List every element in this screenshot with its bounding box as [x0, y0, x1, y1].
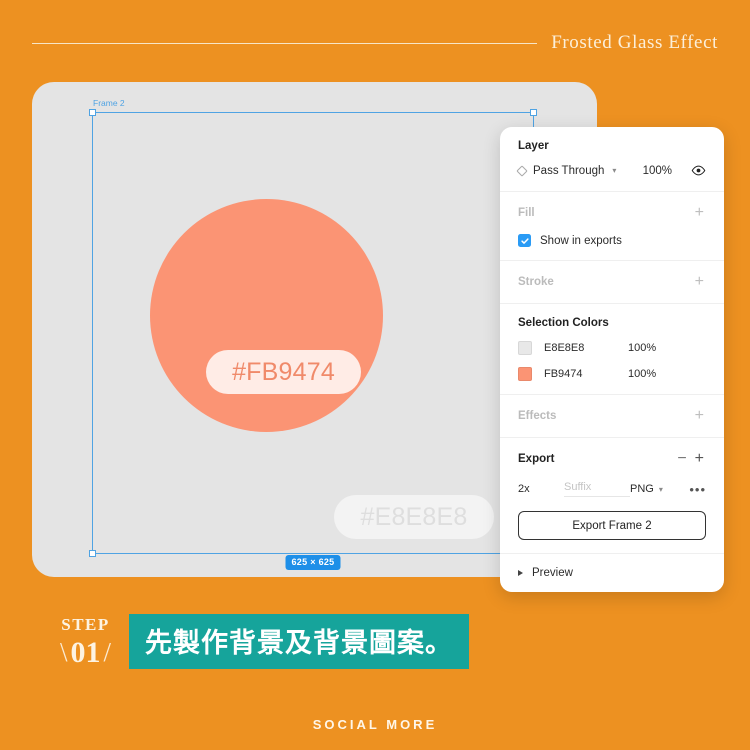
- step-word-label: STEP: [61, 614, 110, 634]
- panel-section-layer: Layer Pass Through ▾ 100%: [500, 127, 724, 192]
- color-swatch[interactable]: [518, 341, 532, 355]
- resize-handle-bottom-left[interactable]: [89, 550, 96, 557]
- step-slash-right: /: [103, 637, 112, 667]
- step-strip: STEP \ 01 / 先製作背景及背景圖案。: [60, 614, 470, 669]
- add-fill-icon[interactable]: +: [693, 205, 706, 221]
- panel-section-fill: Fill + Show in exports: [500, 192, 724, 261]
- fill-section-header: Fill +: [518, 205, 706, 221]
- properties-panel: Layer Pass Through ▾ 100% Fill + Show in…: [500, 127, 724, 592]
- export-settings-row: 2x Suffix PNG ▾ •••: [518, 481, 706, 497]
- page-title: Frosted Glass Effect: [551, 32, 718, 53]
- export-section-header: Export − +: [518, 451, 706, 467]
- show-in-exports-label: Show in exports: [540, 234, 622, 247]
- blend-mode-icon: [516, 164, 528, 177]
- panel-section-preview[interactable]: Preview: [500, 554, 724, 592]
- layer-opacity-value[interactable]: 100%: [643, 165, 684, 177]
- selection-color-row[interactable]: E8E8E8 100%: [518, 341, 706, 355]
- panel-section-export: Export − + 2x Suffix PNG ▾ ••• Export Fr…: [500, 438, 724, 554]
- triangle-right-icon[interactable]: [518, 570, 523, 576]
- selection-color-row[interactable]: FB9474 100%: [518, 367, 706, 381]
- export-format-select[interactable]: PNG ▾: [630, 483, 682, 495]
- export-more-options-icon[interactable]: •••: [689, 483, 706, 496]
- panel-section-stroke: Stroke +: [500, 261, 724, 304]
- page-header: Frosted Glass Effect: [32, 28, 718, 58]
- stroke-section-title: Stroke: [518, 276, 554, 288]
- add-stroke-icon[interactable]: +: [693, 274, 706, 290]
- eye-icon[interactable]: [691, 163, 706, 178]
- color-opacity-value[interactable]: 100%: [628, 368, 656, 380]
- export-suffix-input[interactable]: Suffix: [564, 481, 630, 497]
- step-slash-left: \: [60, 637, 68, 667]
- chevron-down-icon[interactable]: ▾: [612, 166, 616, 175]
- color-swatch[interactable]: [518, 367, 532, 381]
- step-text-bar: 先製作背景及背景圖案。: [129, 614, 470, 669]
- color-opacity-value[interactable]: 100%: [628, 342, 656, 354]
- panel-section-selection-colors: Selection Colors E8E8E8 100% FB9474 100%: [500, 304, 724, 395]
- step-number-wrap: \ 01 /: [60, 635, 112, 669]
- header-divider: [32, 42, 538, 44]
- preview-label: Preview: [532, 567, 573, 579]
- color-hex-value[interactable]: E8E8E8: [544, 342, 616, 354]
- size-badge: 625 × 625: [285, 555, 341, 570]
- export-frame-button[interactable]: Export Frame 2: [518, 511, 706, 540]
- effects-section-title: Effects: [518, 410, 557, 422]
- blend-mode-value[interactable]: Pass Through: [533, 165, 604, 177]
- layer-section-header: Layer: [518, 140, 706, 152]
- show-in-exports-row[interactable]: Show in exports: [518, 234, 706, 247]
- selection-colors-title: Selection Colors: [518, 317, 609, 329]
- chevron-down-icon: ▾: [658, 484, 663, 494]
- selection-colors-header: Selection Colors: [518, 317, 706, 329]
- add-effect-icon[interactable]: +: [693, 408, 706, 424]
- step-number: 01: [70, 635, 101, 669]
- export-section-title: Export: [518, 453, 555, 465]
- color-hex-value[interactable]: FB9474: [544, 368, 616, 380]
- panel-section-effects: Effects +: [500, 395, 724, 438]
- resize-handle-top-right[interactable]: [530, 109, 537, 116]
- footer-brand: SOCIAL MORE: [312, 717, 438, 732]
- add-export-icon[interactable]: +: [693, 451, 706, 467]
- step-badge: STEP \ 01 /: [60, 616, 111, 668]
- stroke-section-header: Stroke +: [518, 274, 706, 290]
- effects-section-header: Effects +: [518, 408, 706, 424]
- fill-section-title: Fill: [518, 207, 535, 219]
- selection-frame[interactable]: Frame 2 625 × 625: [89, 98, 537, 570]
- resize-handle-top-left[interactable]: [89, 109, 96, 116]
- export-scale-input[interactable]: 2x: [518, 483, 564, 495]
- blend-mode-row[interactable]: Pass Through ▾ 100%: [516, 163, 706, 178]
- remove-export-icon[interactable]: −: [671, 451, 692, 467]
- show-in-exports-checkbox[interactable]: [518, 234, 531, 247]
- frame-name-label[interactable]: Frame 2: [93, 98, 125, 108]
- preview-disclosure-row[interactable]: Preview: [518, 567, 706, 579]
- layer-section-title: Layer: [518, 140, 549, 152]
- step-description: 先製作背景及背景圖案。: [145, 628, 454, 658]
- export-format-value: PNG: [630, 483, 654, 495]
